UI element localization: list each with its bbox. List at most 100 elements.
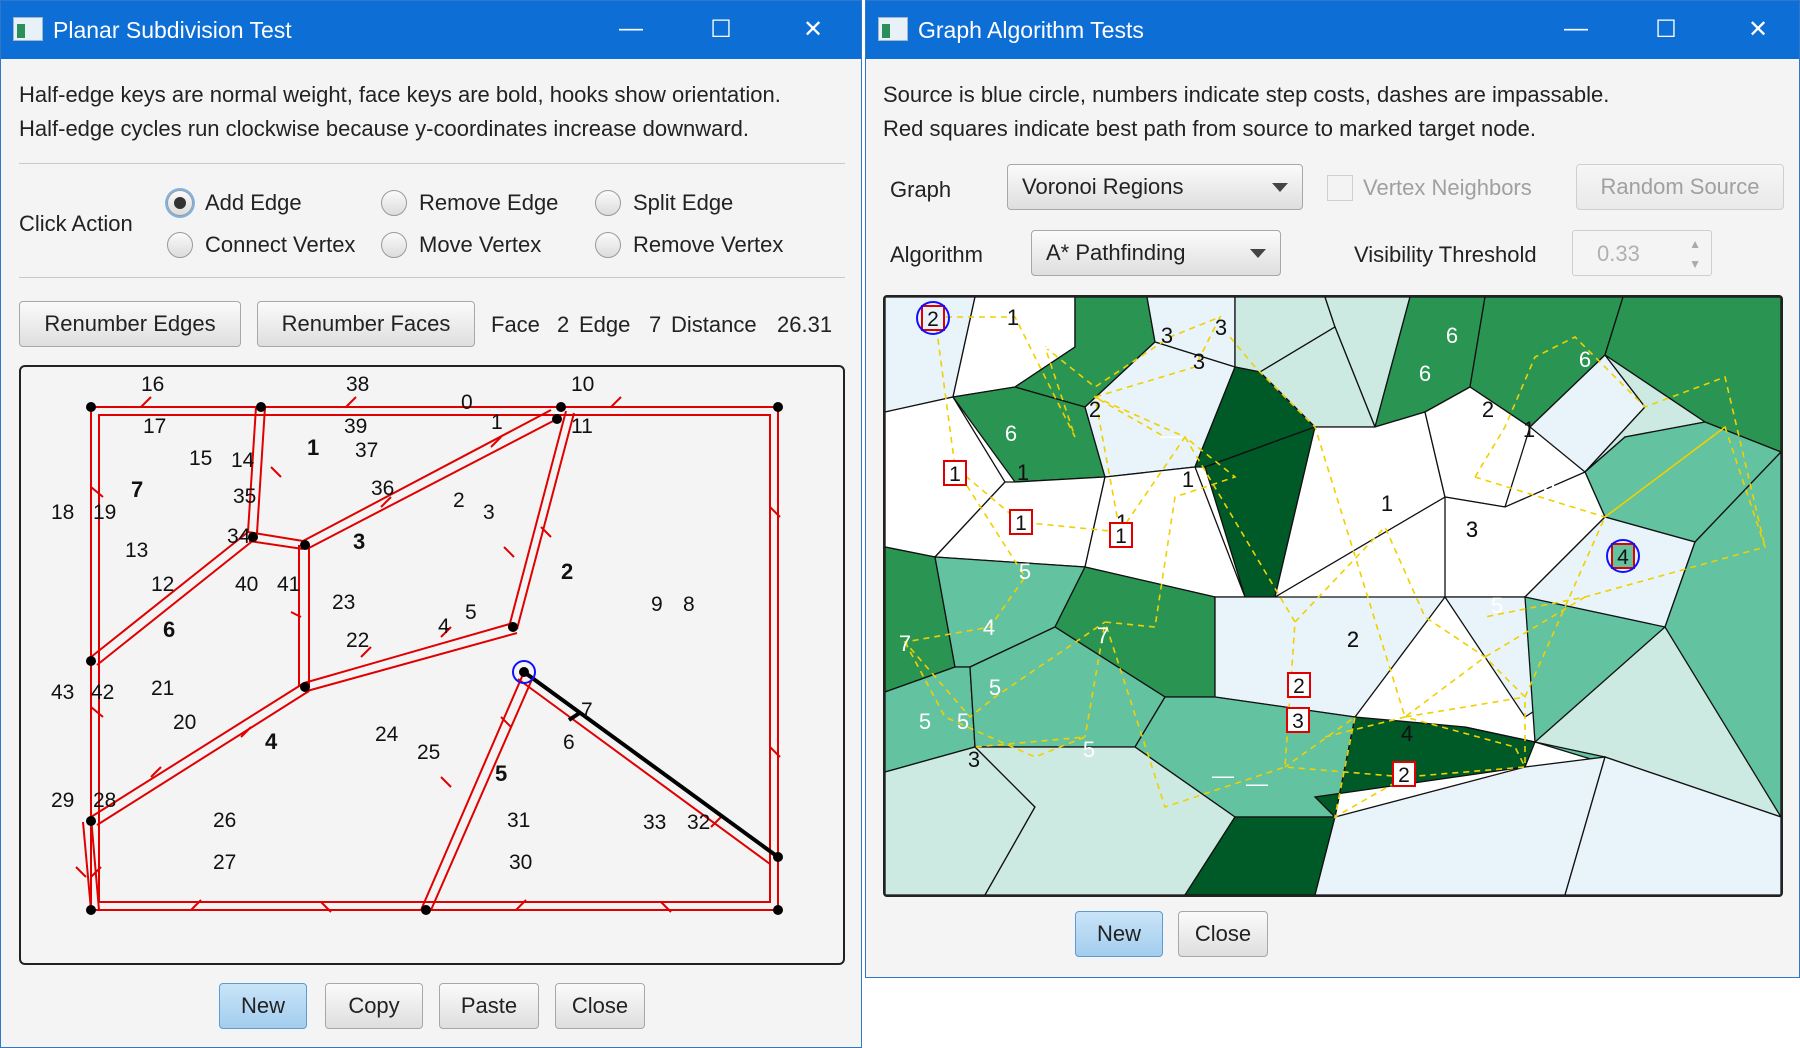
graph-label: Graph bbox=[890, 177, 952, 202]
radio-indicator bbox=[167, 232, 193, 258]
edge-label: 23 bbox=[332, 591, 355, 614]
edge-label: 27 bbox=[213, 851, 236, 874]
spinner-value: 0.33 bbox=[1597, 241, 1640, 266]
radio-split-edge[interactable]: Split Edge bbox=[595, 186, 733, 220]
voronoi-canvas[interactable]: 21633366626—112111—35547755552253453——2 … bbox=[883, 295, 1783, 897]
renumber-faces-button[interactable]: Renumber Faces bbox=[257, 301, 475, 347]
voronoi-regions bbox=[884, 296, 1783, 896]
visibility-threshold-label: Visibility Threshold bbox=[1354, 242, 1537, 267]
region-cost-label: 6 bbox=[1419, 361, 1431, 386]
edge-label: 26 bbox=[213, 809, 236, 832]
close-button[interactable]: Close bbox=[555, 983, 645, 1029]
chevron-down-icon bbox=[1272, 183, 1288, 192]
vertices bbox=[86, 402, 783, 915]
path-marker-label: 2 bbox=[927, 308, 939, 331]
radio-remove-edge[interactable]: Remove Edge bbox=[381, 186, 558, 220]
spinner-up-icon[interactable]: ▲ bbox=[1689, 237, 1701, 251]
region-cost-label: 3 bbox=[1215, 315, 1227, 340]
edge-label: 3 bbox=[483, 501, 495, 524]
edge-label: 18 bbox=[51, 501, 74, 524]
edge-label: 29 bbox=[51, 789, 74, 812]
new-button[interactable]: New bbox=[219, 983, 307, 1029]
checkbox-label: Vertex Neighbors bbox=[1363, 175, 1532, 200]
edge-label: 0 bbox=[461, 391, 473, 414]
planar-subdivision-window: Planar Subdivision Test — ☐ ✕ Half-edge … bbox=[0, 0, 862, 1048]
region-cost-label: 1 bbox=[1007, 305, 1019, 330]
region-cost-label: 2 bbox=[1347, 627, 1359, 652]
window-title: Graph Algorithm Tests bbox=[918, 17, 1144, 43]
copy-button[interactable]: Copy bbox=[325, 983, 423, 1029]
radio-remove-vertex[interactable]: Remove Vertex bbox=[595, 228, 783, 262]
chevron-down-icon bbox=[1250, 249, 1266, 258]
edge-label: 20 bbox=[173, 711, 196, 734]
path-marker-label: 1 bbox=[949, 463, 961, 486]
edge-label: 6 bbox=[563, 731, 575, 754]
path-marker-label: 2 bbox=[1293, 675, 1305, 698]
face-label: 1 bbox=[307, 435, 319, 460]
subdivision-canvas[interactable]: 16 38 10 0 1 17 39 11 15 14 37 35 36 2 3 18 19 34 13 12 40 41… bbox=[19, 365, 845, 965]
title-bar[interactable]: Planar Subdivision Test — ☐ ✕ bbox=[1, 1, 861, 59]
edge-label: 31 bbox=[507, 809, 530, 832]
radio-indicator bbox=[381, 232, 407, 258]
region-cost-label: 1 bbox=[1017, 460, 1029, 485]
edge-label: 37 bbox=[355, 439, 378, 462]
graph-select[interactable]: Voronoi Regions bbox=[1007, 164, 1303, 210]
region-cost-label: 7 bbox=[1097, 623, 1109, 648]
edge-label: 22 bbox=[346, 629, 369, 652]
edge-label: 2 bbox=[453, 489, 465, 512]
region-cost-label: 5 bbox=[919, 709, 931, 734]
edge-label: 42 bbox=[91, 681, 114, 704]
app-icon bbox=[13, 17, 43, 41]
region-cost-label: 3 bbox=[968, 747, 980, 772]
radio-add-edge[interactable]: Add Edge bbox=[167, 186, 302, 220]
renumber-edges-button[interactable]: Renumber Edges bbox=[19, 301, 241, 347]
edge-label: 36 bbox=[371, 477, 394, 500]
checkbox-box bbox=[1327, 175, 1353, 201]
edge-label: 35 bbox=[233, 485, 256, 508]
edge-label: 34 bbox=[227, 525, 251, 548]
radio-label: Move Vertex bbox=[419, 232, 542, 257]
radio-connect-vertex[interactable]: Connect Vertex bbox=[167, 228, 355, 262]
radio-label: Remove Edge bbox=[419, 190, 559, 215]
maximize-button[interactable]: ☐ bbox=[699, 9, 743, 49]
region-cost-label: 7 bbox=[899, 631, 911, 656]
visibility-threshold-spinner[interactable]: 0.33 ▲ ▼ bbox=[1572, 230, 1712, 276]
algorithm-select[interactable]: A* Pathfinding bbox=[1031, 230, 1281, 276]
edge-label: 17 bbox=[143, 415, 166, 438]
edge-label: 12 bbox=[151, 573, 174, 596]
distance-value: 26.31 bbox=[777, 312, 833, 337]
title-bar[interactable]: Graph Algorithm Tests — ☐ ✕ bbox=[866, 1, 1799, 59]
region-cost-label: 1 bbox=[1381, 491, 1393, 516]
vertex-neighbors-checkbox[interactable]: Vertex Neighbors bbox=[1327, 175, 1532, 201]
close-button[interactable]: Close bbox=[1178, 911, 1268, 957]
face-label: 4 bbox=[265, 729, 278, 754]
random-source-button[interactable]: Random Source bbox=[1576, 164, 1784, 210]
radio-move-vertex[interactable]: Move Vertex bbox=[381, 228, 541, 262]
path-marker-label: 1 bbox=[1015, 512, 1027, 535]
close-window-button[interactable]: ✕ bbox=[1736, 9, 1780, 49]
spinner-down-icon[interactable]: ▼ bbox=[1689, 257, 1701, 271]
edge-label: 28 bbox=[93, 789, 116, 812]
face-label: Face bbox=[491, 312, 540, 337]
edge-label: 32 bbox=[687, 811, 710, 834]
radio-indicator bbox=[381, 190, 407, 216]
edge-label: 25 bbox=[417, 741, 440, 764]
face-label: 5 bbox=[495, 761, 507, 786]
paste-button[interactable]: Paste bbox=[439, 983, 539, 1029]
new-button[interactable]: New bbox=[1075, 911, 1163, 957]
edge-label: 40 bbox=[235, 573, 258, 596]
minimize-button[interactable]: — bbox=[609, 9, 653, 49]
subdivision-drawing[interactable]: 16 38 100117 39 1115 14 3735 362318 19341312 40 41… bbox=[21, 367, 843, 963]
radio-label: Add Edge bbox=[205, 190, 302, 215]
maximize-button[interactable]: ☐ bbox=[1644, 9, 1688, 49]
minimize-button[interactable]: — bbox=[1554, 9, 1598, 49]
voronoi-drawing[interactable]: 21633366626—112111—35547755552253453——2 … bbox=[884, 296, 1783, 896]
region-cost-label: — bbox=[1212, 763, 1234, 788]
close-window-button[interactable]: ✕ bbox=[791, 9, 835, 49]
edge-label: 14 bbox=[231, 449, 255, 472]
region-cost-label: 5 bbox=[1543, 471, 1555, 496]
edge-value: 7 bbox=[649, 312, 662, 337]
description-line-1: Source is blue circle, numbers indicate … bbox=[883, 82, 1610, 107]
region-cost-label: — bbox=[1144, 493, 1166, 518]
edge-label: 30 bbox=[509, 851, 532, 874]
